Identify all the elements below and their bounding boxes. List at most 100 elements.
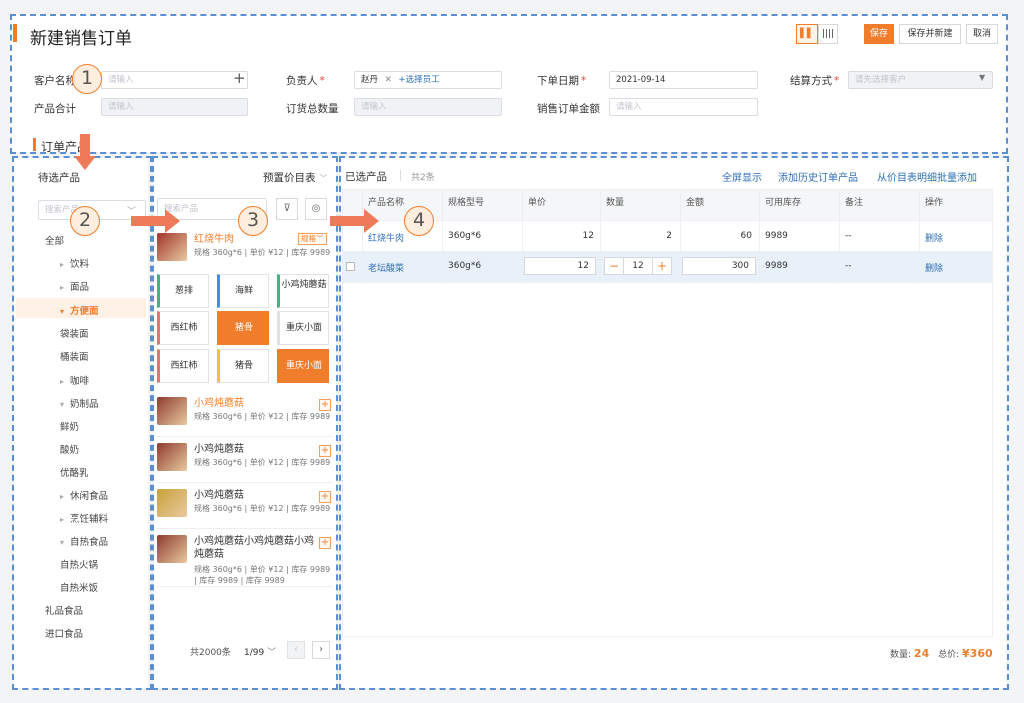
category-label: 优酪乳 (60, 468, 89, 479)
fullscreen-link[interactable]: 全屏显示 (722, 169, 762, 184)
category-item[interactable]: 自热米饭 (60, 580, 98, 594)
spec-tag[interactable]: 西红柿 (157, 349, 209, 383)
category-item[interactable]: 进口食品 (45, 626, 83, 640)
spec-button[interactable]: 规格﹀ (298, 233, 327, 245)
category-label: 奶制品 (70, 399, 99, 410)
product-item[interactable]: 小鸡炖蘑菇小鸡炖蘑菇小鸡炖蘑菇 规格 360g*6 | 单价 ¥12 | 库存 9… (157, 535, 333, 587)
category-item[interactable]: ▸ 面品 (60, 279, 89, 293)
product-name: 小鸡炖蘑菇 (194, 490, 244, 501)
price-cell: 12 (582, 231, 594, 241)
amount-label: 销售订单金额 (537, 103, 600, 115)
category-item[interactable]: 优酪乳 (60, 465, 89, 479)
owner-input[interactable]: 赵丹 ✕ +选择员工 (354, 71, 502, 89)
add-employee-link[interactable]: +选择员工 (399, 75, 440, 85)
date-input[interactable]: 2021-09-14 (609, 71, 758, 89)
column-header: 产品名称 (368, 198, 405, 208)
product-name-link[interactable]: 老坛酸菜 (368, 261, 404, 274)
pricebook-select[interactable]: 预置价目表 ﹀ (263, 170, 328, 185)
cancel-button[interactable]: 取消 (966, 24, 998, 44)
product-image (157, 397, 187, 425)
category-item[interactable]: 酸奶 (60, 442, 79, 456)
delete-link[interactable]: 删除 (925, 261, 943, 274)
delete-link[interactable]: 删除 (925, 231, 943, 244)
add-product-button[interactable]: + (319, 491, 331, 503)
settle-select[interactable]: 请先选择客户 (848, 71, 993, 89)
category-item[interactable]: 自热火锅 (60, 557, 98, 571)
caret-down-icon: ▾ (60, 538, 65, 547)
spec-tag[interactable]: 重庆小面 (277, 349, 329, 383)
category-label: 烹饪辅料 (70, 514, 109, 525)
date-label: 下单日期 * (537, 75, 587, 87)
arrow-down (80, 134, 90, 158)
add-product-button[interactable]: + (319, 399, 331, 411)
qty-decrease-button[interactable]: − (604, 257, 624, 275)
qty-increase-button[interactable]: + (652, 257, 672, 275)
add-product-button[interactable]: + (319, 537, 331, 549)
plus-icon[interactable]: + (233, 69, 246, 87)
category-item[interactable]: 礼品食品 (45, 603, 83, 617)
product-item[interactable]: 小鸡炖蘑菇 规格 360g*6 | 单价 ¥12 | 库存 9989 + (157, 443, 333, 483)
chevron-down-icon: ﹀ (267, 648, 277, 658)
add-pricebook-link[interactable]: 从价目表明细批量添加 (877, 169, 977, 184)
category-label: 酸奶 (60, 445, 80, 456)
category-item[interactable]: ▸ 饮料 (60, 256, 89, 270)
note-cell: -- (845, 231, 852, 241)
product-item[interactable]: 红烧牛肉 规格 360g*6 | 单价 ¥12 | 库存 9989 规格﹀ (157, 233, 333, 273)
product-meta: 规格 360g*6 | 单价 ¥12 | 库存 9989 | 库存 9989 |… (194, 565, 331, 585)
amount-cell: 60 (740, 231, 752, 241)
category-item[interactable]: 袋装面 (60, 326, 89, 340)
category-item[interactable]: 鲜奶 (60, 419, 79, 433)
add-history-link[interactable]: 添加历史订单产品 (778, 169, 858, 184)
category-item[interactable]: ▾ 自热食品 (60, 534, 108, 548)
category-label: 面品 (70, 282, 90, 293)
spec-tag[interactable]: 猪骨 (217, 349, 269, 383)
add-product-button[interactable]: + (319, 445, 331, 457)
layout-split-button[interactable]: ▌▌ (796, 24, 818, 44)
selected-title: 已选产品 (345, 171, 387, 183)
caret-down-icon: ▾ (60, 307, 65, 316)
spec-tag[interactable]: 重庆小面 (277, 311, 329, 345)
category-item[interactable]: 全部 (45, 233, 64, 247)
page-select[interactable]: 1/99 ﹀ (244, 645, 276, 658)
category-item[interactable]: ▸ 休闲食品 (60, 488, 108, 502)
annotation-circle-4: 4 (404, 206, 434, 236)
spec-tag[interactable]: 小鸡炖蘑菇 (277, 274, 329, 308)
title-accent (13, 24, 17, 42)
price-input[interactable]: 12 (524, 257, 596, 275)
column-header: 金额 (686, 198, 705, 208)
product-total-input[interactable]: 请输入 (101, 98, 248, 116)
product-image (157, 443, 187, 471)
save-button[interactable]: 保存 (864, 24, 894, 44)
product-item[interactable]: 小鸡炖蘑菇 规格 360g*6 | 单价 ¥12 | 库存 9989 + (157, 489, 333, 529)
customer-input[interactable]: 请输入 (101, 71, 248, 89)
category-item[interactable]: ▸ 烹饪辅料 (60, 511, 108, 525)
column-header: 单价 (528, 198, 547, 208)
filter-icon[interactable]: ⊽ (276, 198, 298, 220)
column-header: 可用库存 (765, 198, 802, 208)
save-new-button[interactable]: 保存并新建 (899, 24, 961, 44)
amount-input[interactable]: 300 (682, 257, 756, 275)
category-item[interactable]: ▾ 方便面 (60, 303, 99, 317)
annotation-circle-2: 2 (70, 206, 100, 236)
remove-chip-icon[interactable]: ✕ (385, 75, 392, 85)
category-item[interactable]: ▸ 咖啡 (60, 373, 89, 387)
layout-list-button[interactable]: |||| (818, 24, 838, 44)
qty-input[interactable]: 12 (624, 257, 652, 275)
product-meta: 规格 360g*6 | 单价 ¥12 | 库存 9989 (194, 248, 331, 257)
spec-tag[interactable]: 葱排 (157, 274, 209, 308)
spec-tag[interactable]: 西红柿 (157, 311, 209, 345)
prev-page-button[interactable]: ‹ (287, 641, 305, 659)
spec-tag[interactable]: 猪骨 (217, 311, 269, 345)
category-item[interactable]: ▾ 奶制品 (60, 396, 99, 410)
category-label: 全部 (45, 236, 65, 247)
category-item[interactable]: 桶装面 (60, 349, 89, 363)
row-checkbox[interactable] (346, 262, 355, 271)
next-page-button[interactable]: › (312, 641, 330, 659)
note-cell: -- (845, 261, 852, 271)
category-label: 礼品食品 (45, 606, 84, 617)
amount-input[interactable]: 请输入 (609, 98, 758, 116)
target-icon[interactable]: ◎ (305, 198, 327, 220)
qty-total-input[interactable]: 请输入 (354, 98, 502, 116)
spec-tag[interactable]: 海鲜 (217, 274, 269, 308)
product-item[interactable]: 小鸡炖蘑菇 规格 360g*6 | 单价 ¥12 | 库存 9989 + (157, 397, 333, 437)
